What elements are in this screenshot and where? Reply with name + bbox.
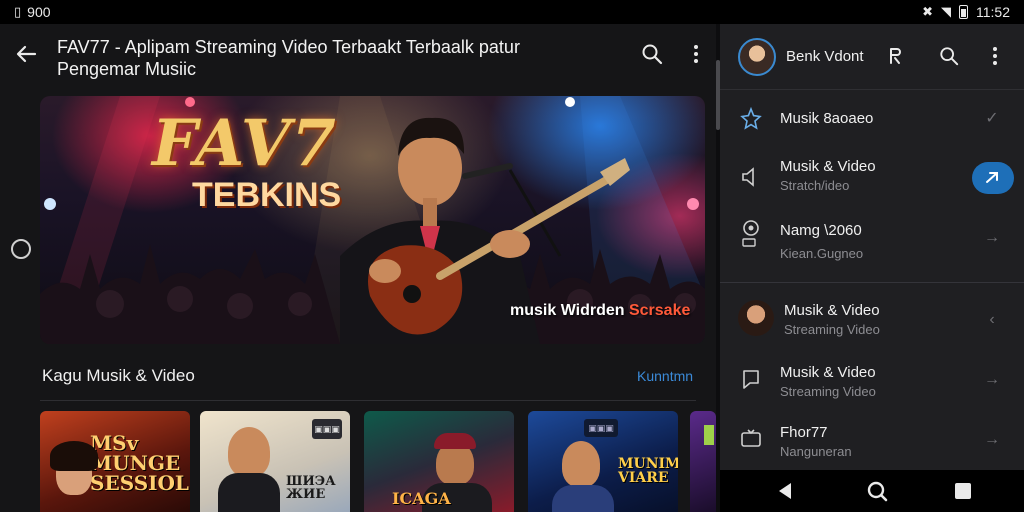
video-card-badge: ▣▣▣: [584, 419, 618, 437]
panel-item-fhor77[interactable]: Fhor77 Nanguneran →: [720, 412, 1024, 470]
panel-item-subtitle: Nanguneran: [780, 444, 852, 459]
avatar-icon: [738, 300, 774, 336]
arrow-right-icon: →: [984, 431, 1000, 448]
video-card-thumbnail: [228, 427, 270, 477]
video-card-title: MUNIM VIARE: [618, 456, 678, 486]
status-time: 11:52: [976, 4, 1010, 20]
video-card-title: ШИЭА ЖИЕ: [286, 474, 336, 502]
tv-icon: [738, 426, 764, 452]
video-card-cap: [434, 433, 476, 449]
panel-item-subtitle: Streaming Video: [784, 322, 880, 337]
speaker-icon: [738, 164, 764, 190]
pin-icon: [738, 220, 764, 247]
video-card[interactable]: [690, 411, 716, 512]
section-see-all-link[interactable]: Kunntmn: [637, 368, 693, 384]
banner-caption-accent: Scrsake: [628, 302, 691, 319]
panel-item-subtitle: Kiean.Gugneo: [780, 246, 864, 261]
nav-back-icon[interactable]: [772, 478, 798, 504]
chat-icon: [738, 366, 764, 392]
profile-name: Benk Vdont: [786, 48, 864, 65]
panel-item-subtitle: Streaming Video: [780, 384, 876, 399]
panel-item-namg[interactable]: Namg \2060 Kiean.Gugneo →: [720, 210, 1024, 280]
banner-caption: musik Widrden Scrsake: [510, 302, 690, 320]
side-panel: Benk Vdont Musik 8aoaeo ✓ Musik & Video …: [720, 24, 1024, 470]
nav-search-icon[interactable]: [864, 478, 890, 504]
avatar[interactable]: [738, 38, 776, 76]
panel-item-musik-video-chat[interactable]: Musik & Video Streaming Video →: [720, 352, 1024, 412]
nav-recents-icon[interactable]: [950, 478, 976, 504]
video-card[interactable]: ▣▣▣ ШИЭА ЖИЕ: [200, 411, 350, 512]
video-card-title: MSv MUNGE SESSIOL: [90, 431, 189, 495]
panel-header: Benk Vdont: [720, 24, 1024, 90]
panel-item-title: Musik & Video: [780, 158, 876, 175]
video-card[interactable]: MSv MUNGE SESSIOL: [40, 411, 190, 512]
more-vert-icon[interactable]: [686, 40, 706, 68]
more-vert-icon[interactable]: [982, 43, 1008, 69]
panel-item-musik-video-avatar[interactable]: Musik & Video Streaming Video ‹: [720, 290, 1024, 352]
video-card-thumbnail: [704, 425, 714, 445]
arrow-right-icon: →: [984, 371, 1000, 388]
search-icon[interactable]: [638, 40, 666, 68]
check-icon: ✓: [985, 110, 999, 127]
section-divider: [40, 400, 696, 401]
video-card-thumbnail: [562, 441, 600, 487]
video-card-shirt: [552, 485, 614, 512]
video-card[interactable]: ▣▣▣ MUNIM VIARE: [528, 411, 678, 512]
battery-icon: [959, 5, 968, 19]
panel-item-title: Namg \2060: [780, 222, 862, 239]
nfc-icon: ✖: [922, 4, 933, 19]
video-card-hair: [50, 441, 98, 471]
chevron-left-icon: ‹: [989, 311, 995, 328]
panel-divider: [720, 282, 1024, 283]
forward-arrow-button[interactable]: [972, 162, 1014, 194]
filter-icon[interactable]: [882, 43, 908, 69]
sim-icon: ▯: [14, 4, 22, 19]
video-card-title: ICAGA: [392, 489, 451, 508]
featured-banner[interactable]: FAV7 TEBKINS musik Widrden Scrsake: [40, 96, 705, 344]
panel-item-title: Musik & Video: [780, 364, 876, 381]
app-header: FAV77 - Aplipam Streaming Video Terbaakt…: [0, 24, 716, 94]
panel-item-subtitle: Stratch/ideo: [780, 178, 850, 193]
panel-item-title: Musik 8aoaeo: [780, 110, 874, 127]
video-card-shirt: [218, 473, 280, 512]
arrow-right-icon: →: [984, 229, 1000, 246]
back-arrow-icon[interactable]: [12, 40, 40, 68]
video-card[interactable]: ICAGA: [364, 411, 514, 512]
star-icon: [738, 106, 764, 132]
banner-logo: FAV7: [152, 106, 337, 181]
search-icon[interactable]: [936, 43, 962, 69]
page-title: FAV77 - Aplipam Streaming Video Terbaakt…: [57, 37, 520, 79]
video-card-badge: ▣▣▣: [312, 419, 342, 439]
panel-item-title: Musik & Video: [784, 302, 880, 319]
status-left-text: 900: [27, 4, 51, 20]
drawer-toggle-circle-icon[interactable]: [11, 239, 31, 259]
banner-caption-main: musik Widrden: [510, 302, 629, 319]
banner-subtitle: TEBKINS: [192, 176, 342, 214]
status-bar: ▯ 900 ✖ ◥ 11:52: [0, 0, 1024, 24]
wifi-icon: ◥: [941, 4, 951, 19]
main-content: FAV77 - Aplipam Streaming Video Terbaakt…: [0, 24, 716, 512]
panel-item-musik-video[interactable]: Musik 8aoaeo ✓: [720, 90, 1024, 148]
system-nav-bar: [720, 470, 1024, 512]
panel-item-title: Fhor77: [780, 424, 828, 441]
section-title: Kagu Musik & Video: [42, 366, 195, 385]
